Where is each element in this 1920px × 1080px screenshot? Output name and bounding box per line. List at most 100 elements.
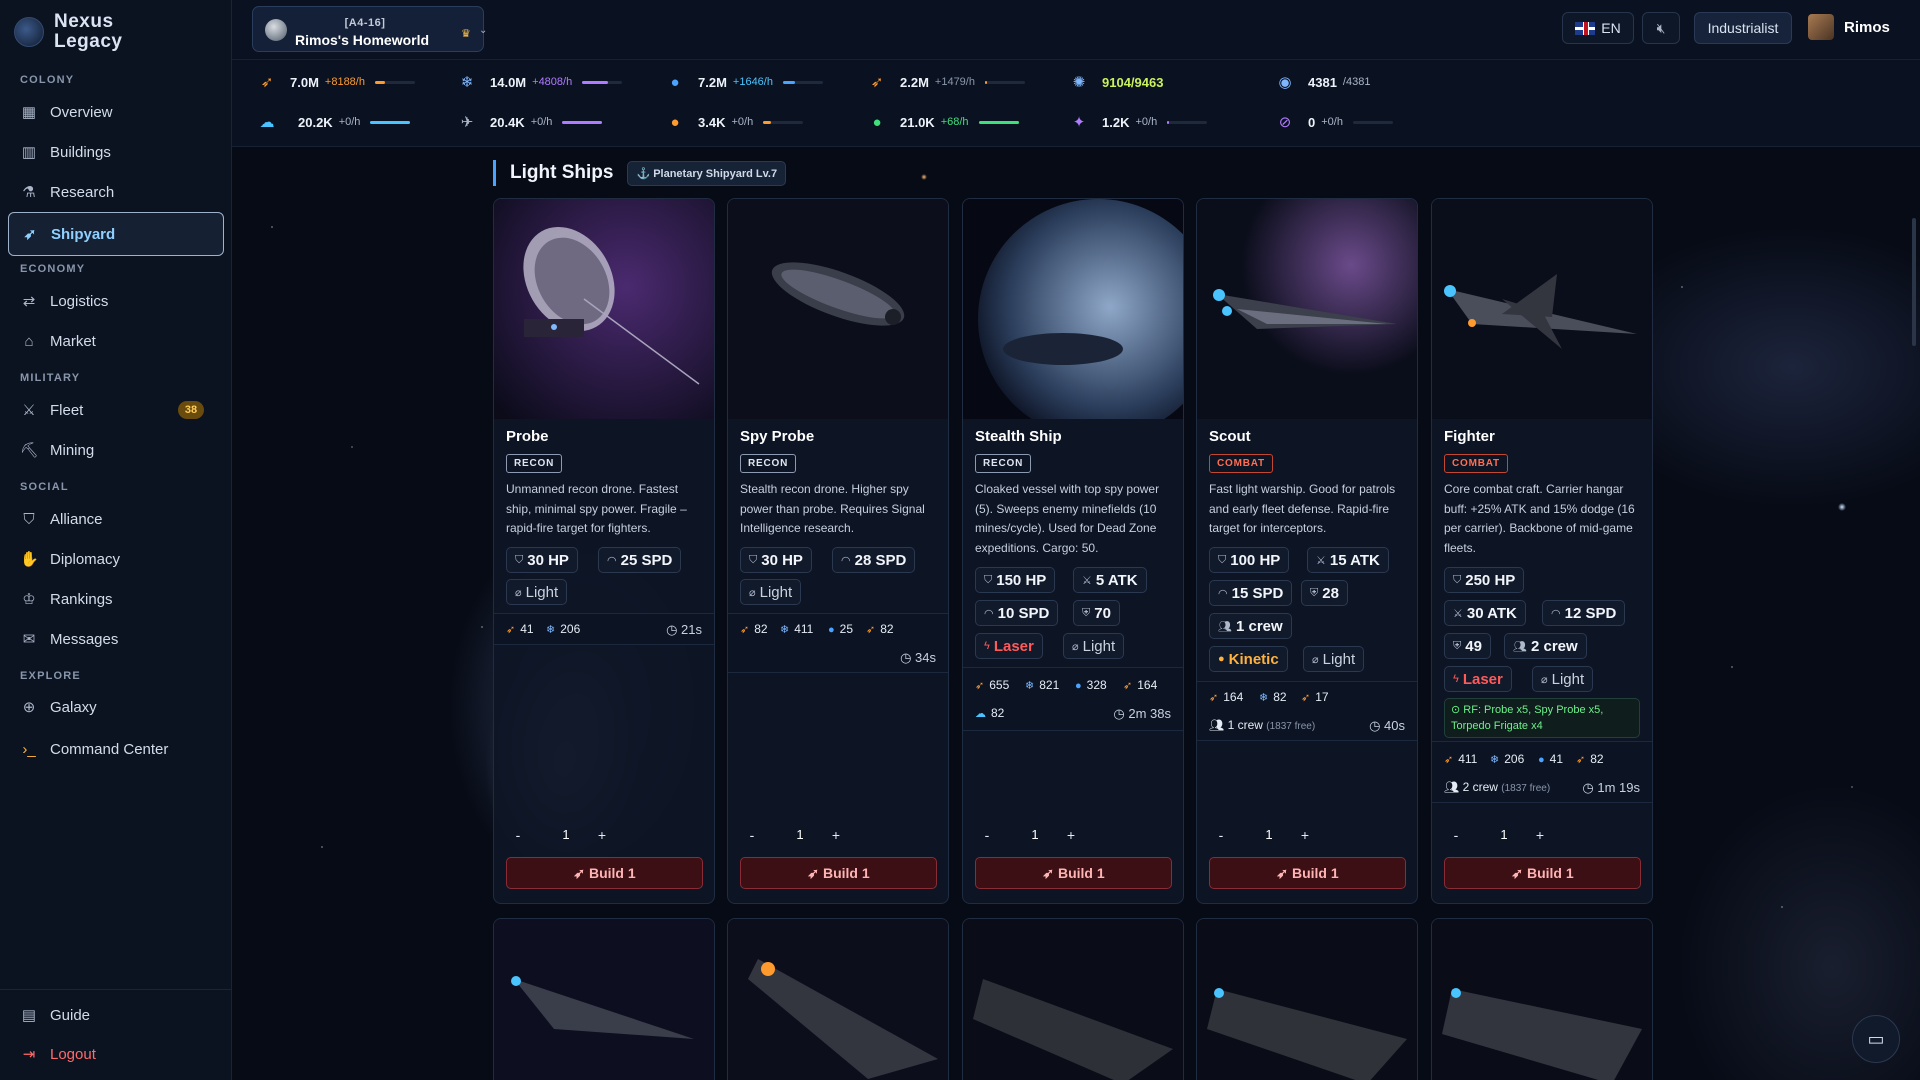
decrement-button[interactable]: - bbox=[740, 823, 764, 847]
resource-water[interactable]: ☁ 20.2K +0/h bbox=[254, 111, 411, 133]
ship-card-row2-3[interactable] bbox=[962, 918, 1184, 1080]
build-time: ◷ 40s bbox=[1369, 718, 1405, 734]
ship-card-row2-1[interactable] bbox=[493, 918, 715, 1080]
sidebar-item-research[interactable]: ⚗ Research bbox=[8, 172, 224, 212]
people-icon: 👥︎ bbox=[1513, 640, 1527, 653]
resource-population[interactable]: ◉ 4381 /4381 bbox=[1272, 71, 1370, 93]
resource-max: /4381 bbox=[1342, 76, 1371, 88]
planet-selector[interactable]: [A4-16] Rimos's Homeworld ♛ ⌄ bbox=[252, 6, 487, 52]
ship-card-row2-5[interactable] bbox=[1431, 918, 1653, 1080]
sidebar-item-logistics[interactable]: ⇄ Logistics bbox=[8, 281, 224, 321]
quantity-stepper[interactable]: - 1 + bbox=[506, 823, 626, 847]
mute-button[interactable]: 🔇︎ bbox=[1642, 12, 1680, 44]
resource-alloy[interactable]: ✈ 20.4K +0/h bbox=[454, 111, 603, 133]
sidebar-item-overview[interactable]: ▦ Overview bbox=[8, 92, 224, 132]
population-icon: ◉ bbox=[1278, 74, 1292, 91]
quantity-stepper[interactable]: - 1 + bbox=[1444, 823, 1564, 847]
quantity-input[interactable]: 1 bbox=[1480, 823, 1528, 847]
sidebar-item-mining[interactable]: ⛏ Mining bbox=[8, 430, 224, 470]
resource-bio[interactable]: ● 21.0K +68/h bbox=[864, 111, 1019, 133]
resource-antimatter[interactable]: ⊘ 0 +0/h bbox=[1272, 111, 1393, 133]
scrollbar[interactable] bbox=[1912, 218, 1916, 346]
resource-rate: +8188/h bbox=[324, 76, 365, 88]
ship-card-row2-2[interactable] bbox=[727, 918, 949, 1080]
sidebar-item-diplomacy[interactable]: ✋ Diplomacy bbox=[8, 539, 224, 579]
sidebar-footer bbox=[0, 989, 232, 990]
class-stat: ⌀ Light bbox=[1532, 666, 1594, 692]
quantity-stepper[interactable]: - 1 + bbox=[975, 823, 1095, 847]
feather-icon: ⌀ bbox=[1541, 673, 1548, 686]
resource-value: 20.2K bbox=[298, 114, 333, 130]
section-accent bbox=[493, 160, 496, 186]
cost-crystal: ❄ 82 bbox=[1259, 690, 1287, 704]
feather-icon: ⌀ bbox=[1312, 653, 1319, 666]
sidebar-item-messages[interactable]: ✉ Messages bbox=[8, 619, 224, 659]
quantity-input[interactable]: 1 bbox=[1011, 823, 1059, 847]
speed-value: 10 SPD bbox=[997, 604, 1050, 622]
cost-value: 206 bbox=[560, 622, 581, 636]
quantity-stepper[interactable]: - 1 + bbox=[740, 823, 860, 847]
decrement-button[interactable]: - bbox=[1444, 823, 1468, 847]
build-button[interactable]: ➶ Build 1 bbox=[975, 857, 1172, 889]
quantity-input[interactable]: 1 bbox=[542, 823, 590, 847]
resource-fuel[interactable]: ➶ 2.2M +1479/h bbox=[864, 71, 1025, 93]
sidebar-item-fleet[interactable]: ⚔ Fleet 38 bbox=[8, 390, 224, 430]
defense-value: 70 bbox=[1094, 604, 1111, 622]
attack-value: 15 ATK bbox=[1329, 551, 1380, 569]
logout-button[interactable]: ⇥ Logout bbox=[8, 1034, 224, 1074]
resource-crystal[interactable]: ❄ 14.0M +4808/h bbox=[454, 71, 623, 93]
decrement-button[interactable]: - bbox=[975, 823, 999, 847]
resource-deuterium[interactable]: ● 7.2M +1646/h bbox=[662, 71, 823, 93]
build-button[interactable]: ➶ Build 1 bbox=[506, 857, 703, 889]
sidebar-item-market[interactable]: ⌂ Market bbox=[8, 321, 224, 361]
quantity-input[interactable]: 1 bbox=[1245, 823, 1293, 847]
language-selector[interactable]: EN bbox=[1562, 12, 1634, 44]
section-colony: COLONY bbox=[20, 74, 75, 86]
ship-card-spy-probe: Spy Probe RECON Stealth recon drone. Hig… bbox=[727, 198, 949, 904]
clock-icon: ◷ bbox=[1369, 718, 1385, 733]
increment-button[interactable]: + bbox=[1528, 823, 1552, 847]
build-button[interactable]: ➶ Build 1 bbox=[1444, 857, 1641, 889]
resource-capacity-bar bbox=[782, 80, 823, 84]
ship-card-row2-4[interactable] bbox=[1196, 918, 1418, 1080]
class-value: Light bbox=[1551, 670, 1585, 688]
decrement-button[interactable]: - bbox=[506, 823, 530, 847]
sidebar-item-guide[interactable]: ▤ Guide bbox=[8, 995, 224, 1035]
quantity-input[interactable]: 1 bbox=[776, 823, 824, 847]
sidebar-item-buildings[interactable]: ▥ Buildings bbox=[8, 132, 224, 172]
brand[interactable]: Nexus Legacy bbox=[14, 12, 122, 52]
increment-button[interactable]: + bbox=[1059, 823, 1083, 847]
speed-value: 15 SPD bbox=[1231, 584, 1284, 602]
build-button[interactable]: ➶ Build 1 bbox=[740, 857, 937, 889]
sidebar-item-rankings[interactable]: ♔ Rankings bbox=[8, 579, 224, 619]
ship-type-badge: RECON bbox=[975, 454, 1032, 473]
build-time-value: 21s bbox=[681, 622, 702, 637]
sidebar-item-label: Market bbox=[50, 332, 96, 350]
sidebar-item-alliance[interactable]: ⛉ Alliance bbox=[8, 499, 224, 539]
sidebar-item-command-center[interactable]: ›_ Command Center bbox=[8, 729, 224, 769]
cost-value: 411 bbox=[794, 622, 814, 636]
sidebar-item-shipyard[interactable]: ➶ Shipyard bbox=[8, 212, 224, 256]
resource-dark-matter[interactable]: ✦ 1.2K +0/h bbox=[1066, 111, 1208, 133]
resource-capacity-bar bbox=[562, 120, 603, 124]
resource-metal[interactable]: ➶ 7.0M +8188/h bbox=[254, 71, 415, 93]
decrement-button[interactable]: - bbox=[1209, 823, 1233, 847]
sidebar-item-galaxy[interactable]: ⊕ Galaxy bbox=[8, 687, 224, 727]
chat-button[interactable]: ▭ bbox=[1852, 1015, 1900, 1063]
role-badge[interactable]: Industrialist bbox=[1694, 12, 1792, 44]
rocket-icon: ➶ bbox=[573, 865, 589, 881]
crown-icon: ♛ bbox=[461, 28, 471, 40]
crossed-swords-icon: ⚔ bbox=[1316, 554, 1326, 567]
build-button[interactable]: ➶ Build 1 bbox=[1209, 857, 1406, 889]
increment-button[interactable]: + bbox=[590, 823, 614, 847]
crew-stat: 👥︎ 1 crew bbox=[1209, 613, 1292, 639]
section-economy: ECONOMY bbox=[20, 263, 86, 275]
crew-value: 2 crew bbox=[1530, 637, 1578, 655]
increment-button[interactable]: + bbox=[1293, 823, 1317, 847]
user-menu[interactable]: Rimos bbox=[1808, 14, 1890, 40]
resource-food[interactable]: ● 3.4K +0/h bbox=[662, 111, 804, 133]
quantity-stepper[interactable]: - 1 + bbox=[1209, 823, 1329, 847]
increment-button[interactable]: + bbox=[824, 823, 848, 847]
resource-energy[interactable]: ✺ 9104/9463 bbox=[1066, 71, 1164, 93]
fuel-icon: ➶ bbox=[870, 74, 884, 91]
